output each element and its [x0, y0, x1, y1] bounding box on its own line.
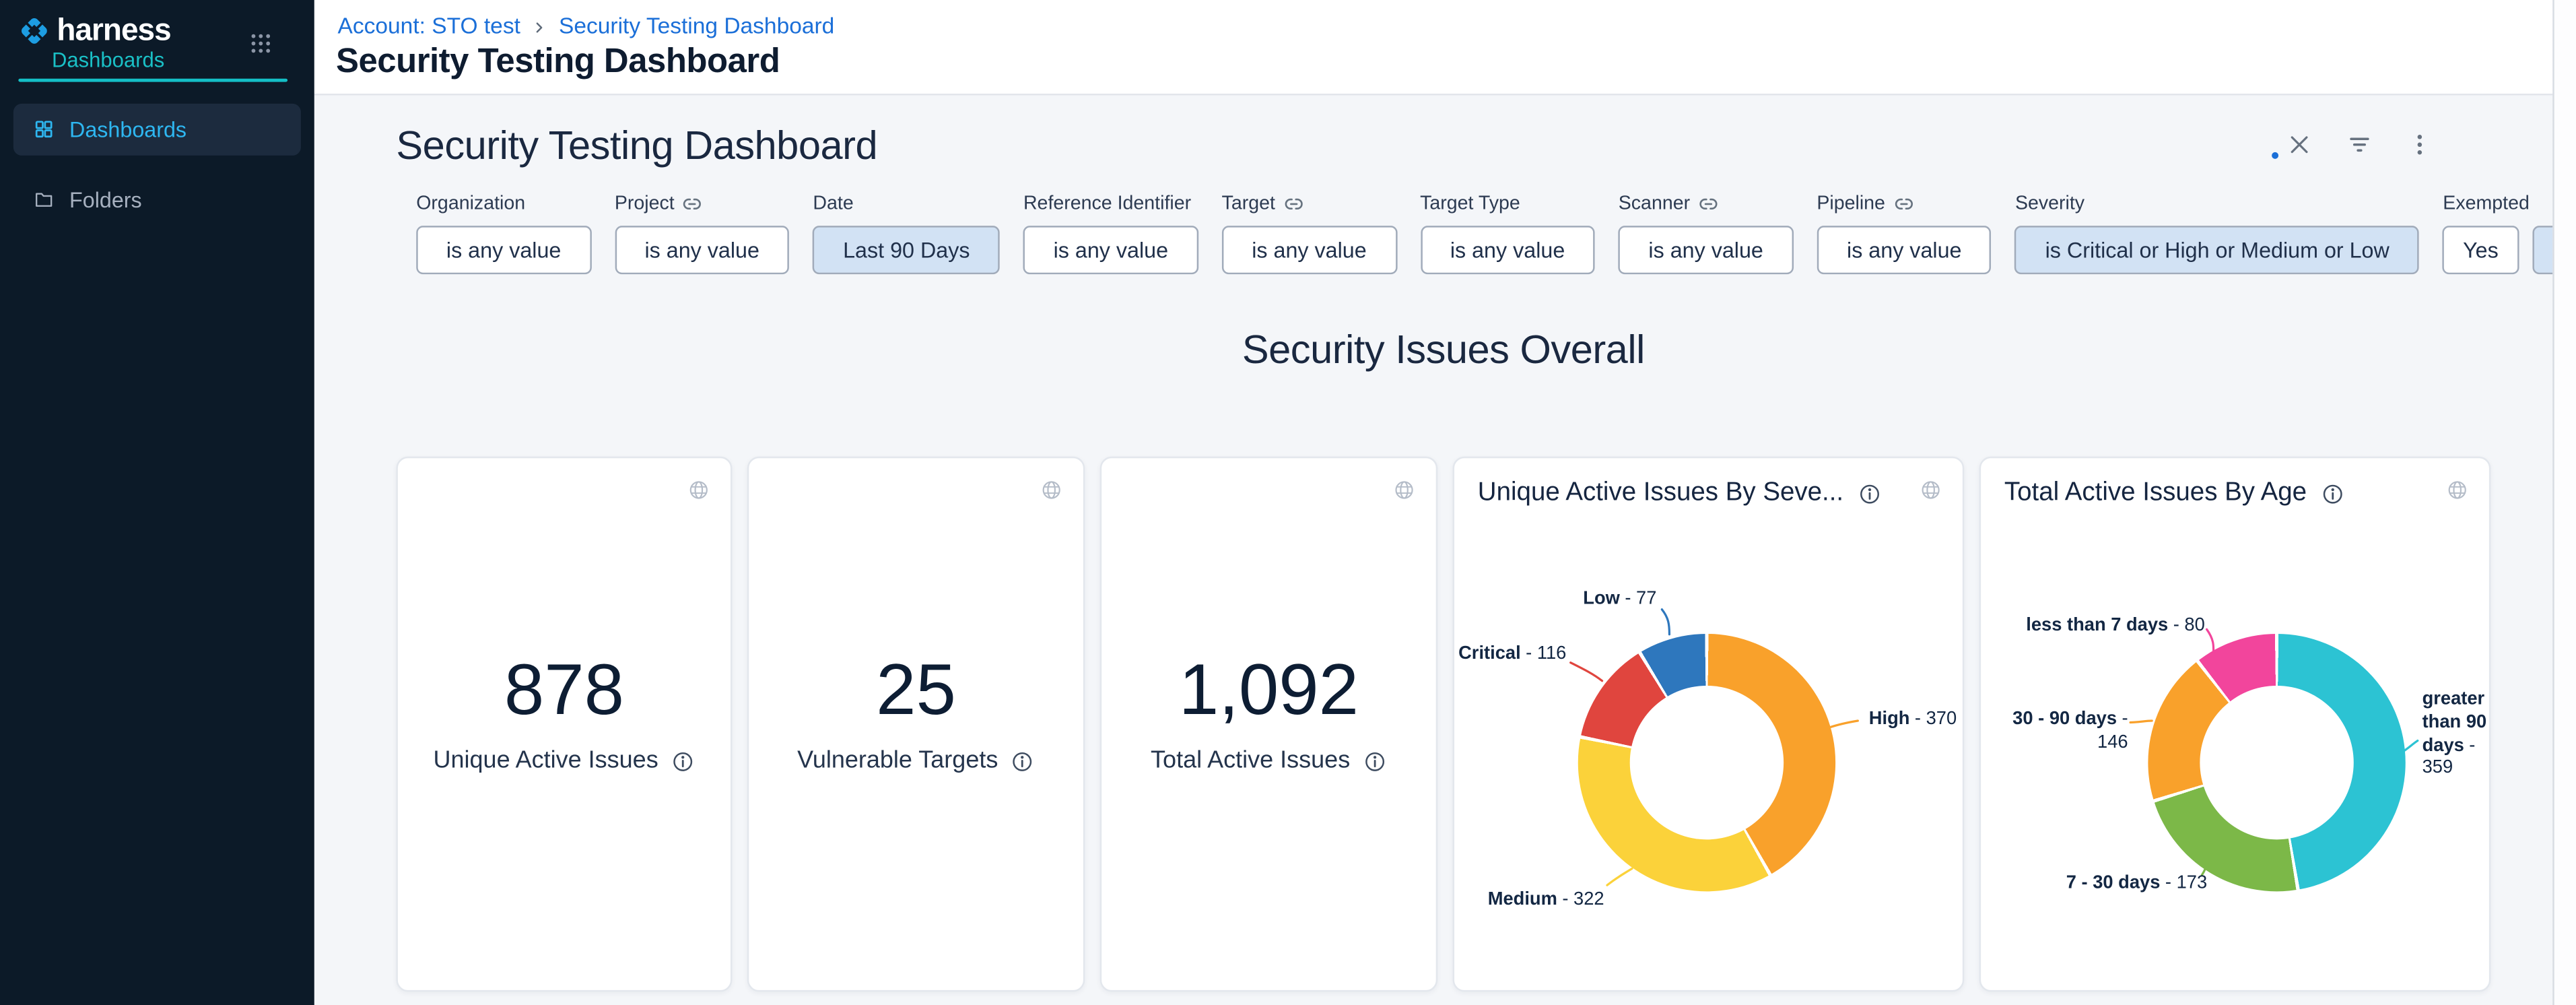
donut-label-critical: Critical- 116: [1454, 644, 1566, 667]
severity-donut-chart[interactable]: [1578, 634, 1835, 891]
harness-logo[interactable]: harness: [18, 11, 170, 48]
stat-value: 878: [398, 655, 731, 727]
chart-card-issues-by-age: Total Active Issues By Age less than 7 d…: [1979, 457, 2491, 992]
harness-logo-icon: [18, 14, 50, 46]
filter-bar: Organization is any value Project is any…: [416, 193, 2486, 275]
cursor-dot: [2272, 152, 2278, 159]
stat-value: 25: [749, 655, 1083, 727]
kebab-menu-icon[interactable]: [2407, 132, 2432, 157]
age-donut-chart[interactable]: [2148, 634, 2405, 891]
filter-value-severity[interactable]: is Critical or High or Medium or Low: [2015, 226, 2420, 274]
dashboards-icon: [34, 119, 55, 140]
breadcrumb-account-link[interactable]: Account: STO test: [338, 13, 520, 38]
chart-title: Total Active Issues By Age: [2004, 478, 2307, 509]
link-icon: [683, 193, 703, 214]
donut-label-low: Low- 77: [1454, 589, 1656, 612]
filter-project: Project is any value: [615, 193, 790, 275]
donut-label-30-90-days: 30 - 90 days- 146: [1981, 709, 2128, 755]
filter-value-project[interactable]: is any value: [615, 226, 790, 274]
donut-label-less-than-7-days: less than 7 days- 80: [1981, 616, 2205, 639]
stat-value: 1,092: [1101, 655, 1436, 727]
stat-card-total-active-issues: 1,092 Total Active Issues: [1100, 457, 1438, 992]
donut-label-high: High- 370: [1869, 709, 1957, 732]
donut-label-greater-than-90-days: greater than 90 days- 359: [2422, 689, 2496, 781]
globe-icon[interactable]: [687, 478, 710, 502]
info-icon[interactable]: [1010, 748, 1035, 773]
folder-icon: [34, 189, 55, 210]
filter-value-date[interactable]: Last 90 Days: [813, 226, 1000, 274]
filter-label: Target: [1222, 193, 1275, 214]
link-icon: [1699, 193, 1719, 214]
close-icon[interactable]: [2286, 132, 2311, 157]
filter-value-target-type[interactable]: is any value: [1420, 226, 1595, 274]
filter-severity: Severity is Critical or High or Medium o…: [2015, 193, 2420, 275]
globe-icon[interactable]: [1040, 478, 1063, 502]
app-grid-icon[interactable]: [249, 32, 273, 55]
stat-label: Total Active Issues: [1151, 748, 1350, 775]
sidebar-nav: Dashboards Folders: [0, 97, 314, 226]
chart-title: Unique Active Issues By Seve...: [1478, 478, 1843, 509]
globe-icon[interactable]: [1392, 478, 1416, 502]
top-header: Account: STO test Security Testing Dashb…: [314, 0, 2576, 96]
info-icon[interactable]: [1857, 481, 1882, 506]
filter-value-scanner[interactable]: is any value: [1619, 226, 1794, 274]
dashboard-title: Security Testing Dashboard: [396, 124, 877, 171]
filter-organization: Organization is any value: [416, 193, 591, 275]
filter-value-pipeline[interactable]: is any value: [1817, 226, 1992, 274]
main-area: Account: STO test Security Testing Dashb…: [314, 0, 2576, 1005]
info-icon[interactable]: [1362, 748, 1387, 773]
globe-icon[interactable]: [1919, 478, 1942, 502]
exempted-yes-button[interactable]: Yes: [2443, 226, 2518, 274]
filter-value-target[interactable]: is any value: [1222, 226, 1397, 274]
sidebar: harness Dashboards Dashboards Folders: [0, 0, 314, 1005]
filter-label: Date: [813, 193, 853, 214]
donut-label-medium: Medium- 322: [1488, 890, 1604, 913]
filter-label: Pipeline: [1817, 193, 1885, 214]
stat-card-unique-active-issues: 878 Unique Active Issues: [396, 457, 732, 992]
filter-label: Reference Identifier: [1023, 193, 1191, 214]
breadcrumb: Account: STO test Security Testing Dashb…: [338, 13, 835, 38]
brand-name: harness: [57, 11, 170, 48]
sidebar-item-label: Dashboards: [69, 117, 187, 142]
sidebar-item-label: Folders: [69, 187, 142, 212]
dashboard-content: Security Testing Dashboard Organization …: [314, 96, 2552, 1005]
filter-value-organization[interactable]: is any value: [416, 226, 591, 274]
filter-pipeline: Pipeline is any value: [1817, 193, 1992, 275]
chart-card-issues-by-severity: Unique Active Issues By Seve... Low- 77 …: [1453, 457, 1965, 992]
info-icon[interactable]: [2320, 481, 2345, 506]
filter-label: Organization: [416, 193, 525, 214]
globe-icon[interactable]: [2445, 478, 2469, 502]
page-title: Security Testing Dashboard: [336, 42, 780, 82]
filter-label: Scanner: [1619, 193, 1690, 214]
filter-label: Severity: [2015, 193, 2084, 214]
filter-label: Exempted: [2443, 193, 2530, 214]
stat-label: Vulnerable Targets: [797, 748, 998, 775]
filter-value-reference-identifier[interactable]: is any value: [1023, 226, 1198, 274]
link-icon: [1893, 193, 1913, 214]
sidebar-item-folders[interactable]: Folders: [13, 174, 301, 226]
donut-label-7-30-days: 7 - 30 days- 173: [2066, 873, 2207, 896]
breadcrumb-page-link[interactable]: Security Testing Dashboard: [559, 13, 834, 38]
chevron-right-icon: [531, 18, 549, 36]
sidebar-accent-divider: [18, 79, 287, 82]
app-window: harness Dashboards Dashboards Folders Ac…: [0, 0, 2576, 1005]
info-icon[interactable]: [670, 748, 695, 773]
vertical-scrollbar[interactable]: [2552, 0, 2576, 1005]
filter-label: Target Type: [1420, 193, 1520, 214]
link-icon: [1283, 193, 1303, 214]
dashboard-actions: [2272, 132, 2432, 157]
filter-date: Date Last 90 Days: [813, 193, 1000, 275]
stat-label: Unique Active Issues: [434, 748, 658, 775]
filter-target: Target is any value: [1222, 193, 1397, 275]
filter-icon[interactable]: [2347, 132, 2372, 157]
filter-reference-identifier: Reference Identifier is any value: [1023, 193, 1198, 275]
filter-scanner: Scanner is any value: [1619, 193, 1794, 275]
stat-card-vulnerable-targets: 25 Vulnerable Targets: [747, 457, 1085, 992]
filter-label: Project: [615, 193, 675, 214]
module-label: Dashboards: [52, 48, 164, 72]
section-title: Security Issues Overall: [396, 328, 2490, 375]
sidebar-item-dashboards[interactable]: Dashboards: [13, 104, 301, 156]
filter-target-type: Target Type is any value: [1420, 193, 1595, 275]
